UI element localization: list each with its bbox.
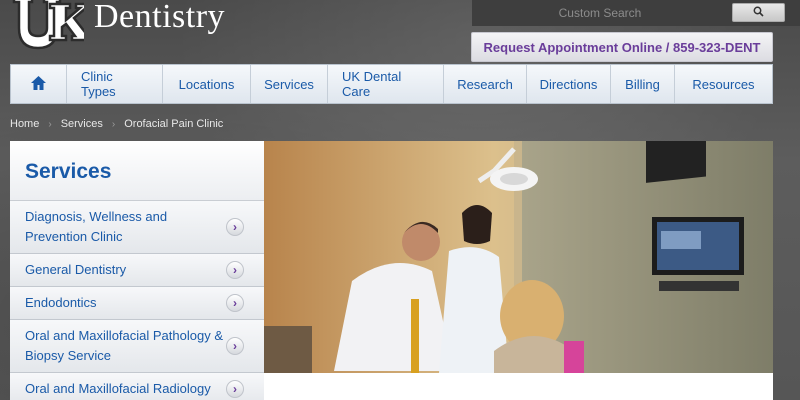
nav-research[interactable]: Research [444,65,527,103]
search-icon [753,6,764,20]
logo-text: Dentistry [94,0,226,35]
nav-locations[interactable]: Locations [163,65,251,103]
content-area [264,373,773,400]
sidebar-item-endodontics[interactable]: Endodontics › [10,287,264,320]
sidebar-item-label: Oral and Maxillofacial Pathology & Biops… [25,328,223,363]
breadcrumb-services[interactable]: Services [61,118,103,130]
search-input[interactable] [472,2,728,24]
search-button[interactable] [732,3,785,22]
breadcrumb-separator: › [111,118,116,130]
sidebar-item-label: Oral and Maxillofacial Radiology [25,381,211,396]
home-icon [30,75,47,94]
nav-uk-dental-care[interactable]: UK Dental Care [328,65,444,103]
nav-clinic-types[interactable]: Clinic Types [67,65,163,103]
chevron-right-icon: › [226,380,244,398]
sidebar-title: Services [10,141,264,201]
sidebar-item-oral-pathology[interactable]: Oral and Maxillofacial Pathology & Biops… [10,320,264,373]
nav-directions[interactable]: Directions [527,65,611,103]
request-appointment-button[interactable]: Request Appointment Online / 859-323-DEN… [471,32,773,62]
sidebar-item-diagnosis-wellness[interactable]: Diagnosis, Wellness and Prevention Clini… [10,201,264,254]
breadcrumb: Home › Services › Orofacial Pain Clinic [10,116,223,132]
nav-services[interactable]: Services [251,65,328,103]
chevron-right-icon: › [226,337,244,355]
nav-resources[interactable]: Resources [675,65,772,103]
services-sidebar: Services Diagnosis, Wellness and Prevent… [10,141,264,400]
sidebar-item-label: Diagnosis, Wellness and Prevention Clini… [25,209,168,244]
sidebar-item-general-dentistry[interactable]: General Dentistry › [10,254,264,287]
uk-logo-mark [10,0,94,52]
sidebar-item-oral-radiology[interactable]: Oral and Maxillofacial Radiology › [10,373,264,400]
main-nav: Clinic Types Locations Services UK Denta… [10,64,773,104]
chevron-right-icon: › [226,261,244,279]
hero-photo-dental-office [264,141,773,373]
chevron-right-icon: › [226,218,244,236]
sidebar-item-label: General Dentistry [25,262,127,277]
nav-home[interactable] [11,65,67,103]
site-logo[interactable]: Dentistry [10,0,225,56]
breadcrumb-home[interactable]: Home [10,118,39,130]
breadcrumb-current: Orofacial Pain Clinic [124,118,224,130]
breadcrumb-separator: › [48,118,52,130]
chevron-right-icon: › [226,294,244,312]
nav-billing[interactable]: Billing [611,65,675,103]
sidebar-item-label: Endodontics [25,295,97,310]
